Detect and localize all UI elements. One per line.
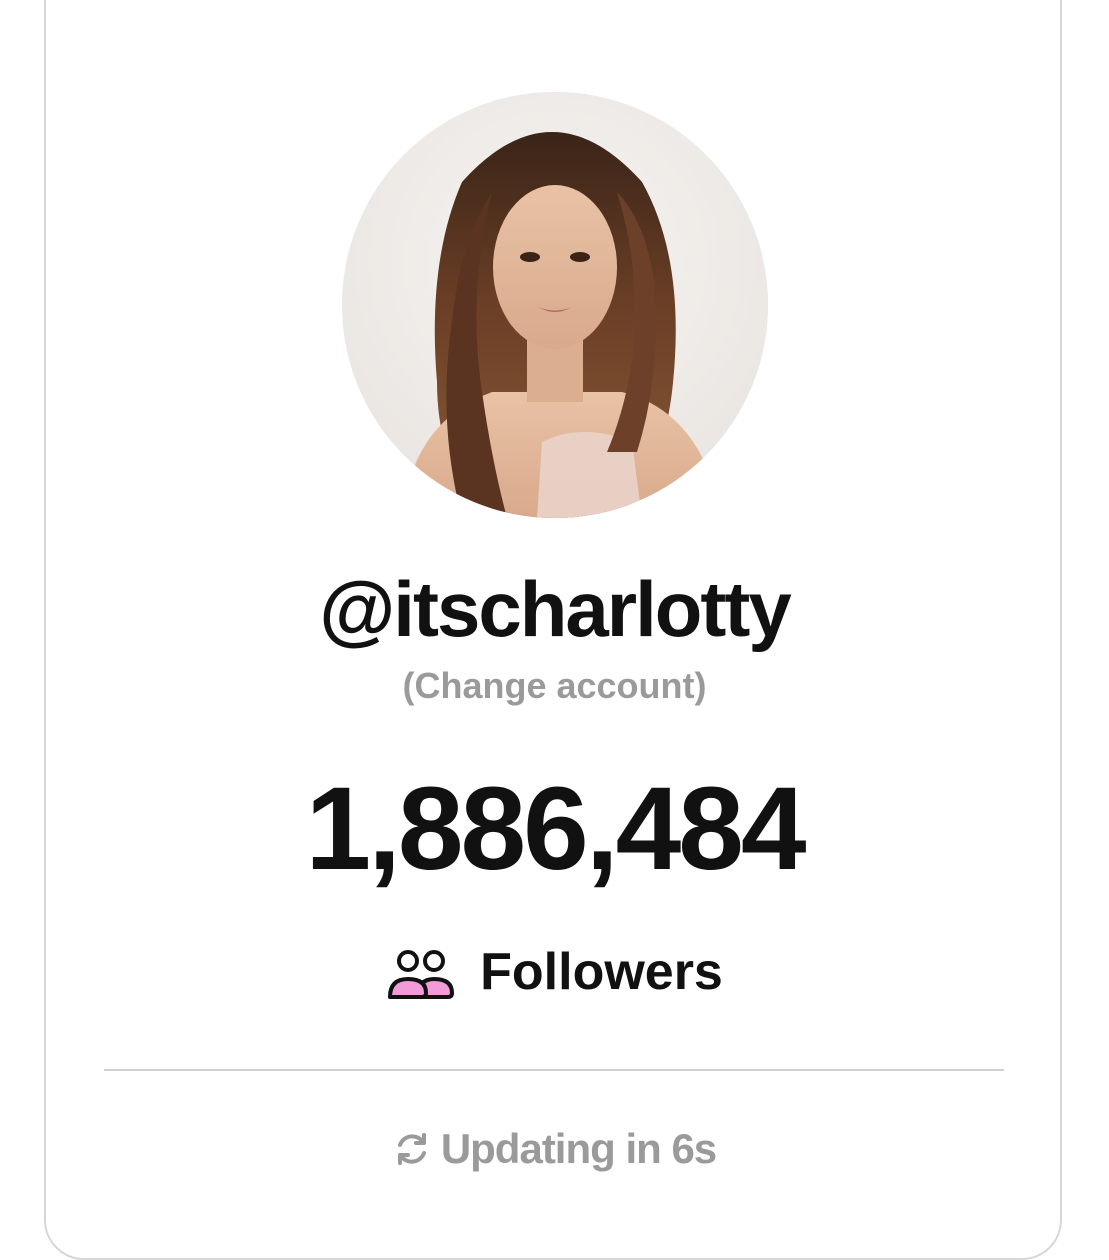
avatar (342, 92, 768, 518)
username: @itscharlotty (319, 565, 792, 653)
change-account-link[interactable]: (Change account) (0, 668, 1109, 704)
followers-label-row: Followers (0, 940, 1109, 1004)
updating-text: Updating in 6s (440, 1125, 717, 1172)
follower-count: 1,886,484 (305, 763, 807, 895)
followers-label: Followers (480, 943, 723, 1001)
refresh-icon (397, 1133, 426, 1165)
people-icon (388, 950, 455, 999)
divider (104, 1069, 1004, 1071)
update-status: Updating in 6s (0, 1124, 1109, 1174)
profile-photo (342, 92, 768, 518)
